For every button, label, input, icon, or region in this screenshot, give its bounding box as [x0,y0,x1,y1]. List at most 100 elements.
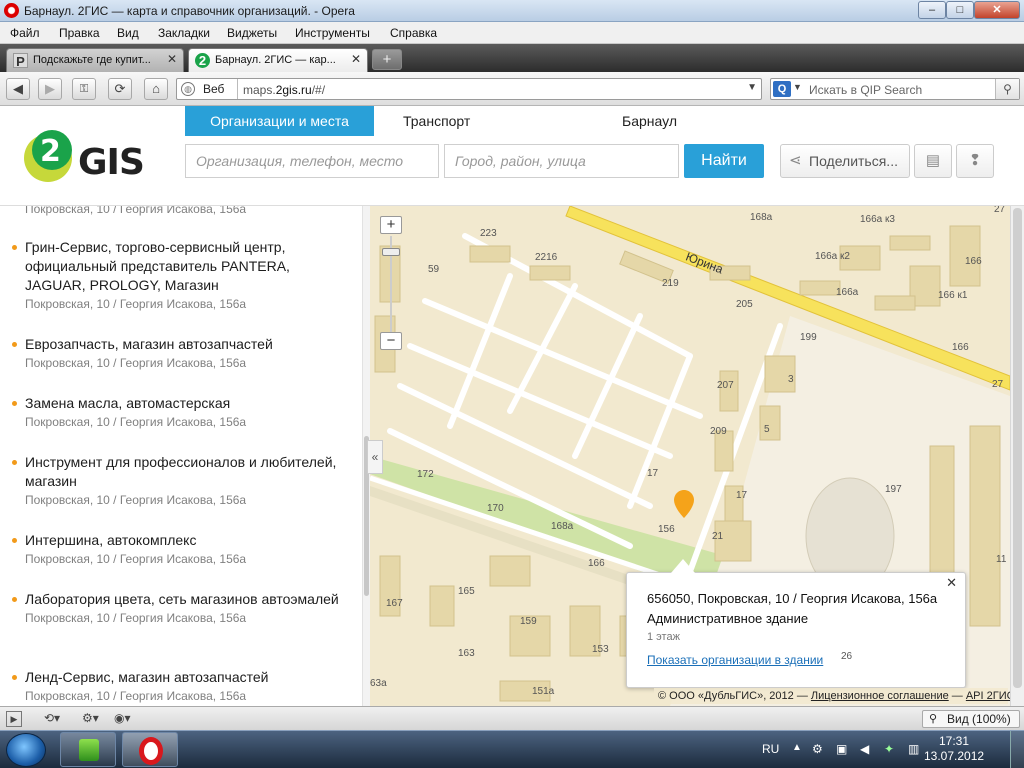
result-address: Покровская, 10 / Георгия Исакова, 156а [25,356,247,370]
house-number: 27 [992,379,1004,390]
list-item[interactable]: Покровская, 10 / Георгия Исакова, 156а [12,206,342,216]
turbo-icon[interactable]: ⚙▾ [82,711,99,727]
home-button[interactable]: ⌂ [144,78,168,100]
logo-two: 2 [40,134,61,169]
sync-icon[interactable]: ⟲▾ [44,711,60,727]
result-name[interactable]: Грин-Сервис, торгово-сервисный центр, оф… [25,238,342,295]
tab-forum[interactable]: P Подскажьте где купит... ✕ [6,48,184,72]
collapse-panel-button[interactable]: « [367,440,383,474]
scrollbar-thumb[interactable] [1013,208,1022,688]
result-name[interactable]: Замена масла, автомастерская [25,394,342,413]
menu-edit[interactable]: Правка [59,26,100,40]
organization-search-input[interactable]: Организация, телефон, место [185,144,439,178]
print-button[interactable]: ▤ [914,144,952,178]
show-desktop-button[interactable] [1010,731,1024,768]
menu-file[interactable]: Файл [10,26,40,40]
feedback-button[interactable]: ❢ [956,144,994,178]
map-pin-icon[interactable] [674,490,694,518]
share-button[interactable]: ⋖ Поделиться... [780,144,910,178]
window-titlebar: Барнаул. 2ГИС — карта и справочник орган… [0,0,1024,22]
tab-label: Подскажьте где купит... [33,54,151,66]
close-icon[interactable]: ✕ [351,52,361,66]
browser-statusbar: ▶ ⟲▾ ⚙▾ ◉▾ ⚲ Вид (100%) [0,706,1024,730]
list-item[interactable]: Инструмент для профессионалов и любителе… [12,453,342,507]
minimize-button[interactable]: – [918,1,946,19]
house-number: 166 [588,558,605,569]
menu-widgets[interactable]: Виджеты [227,26,277,40]
zoom-out-button[interactable]: − [380,332,402,350]
list-item[interactable]: Лаборатория цвета, сеть магазинов автоэм… [12,590,342,625]
language-indicator[interactable]: RU [762,742,779,756]
gis-header: 2 GIS Организации и места Транспорт Барн… [0,106,1024,206]
panel-toggle-icon[interactable]: ▶ [6,711,22,727]
house-number: 170 [487,503,504,514]
result-address: Покровская, 10 / Георгия Исакова, 156а [25,493,247,507]
unite-icon[interactable]: ◉▾ [114,711,131,727]
house-number: 167 [386,598,403,609]
result-name[interactable]: Интершина, автокомплекс [25,531,342,550]
tab-organizations[interactable]: Организации и места [185,106,374,136]
maximize-button[interactable]: □ [946,1,974,19]
chevron-down-icon[interactable]: ▼ [747,82,757,93]
result-name[interactable]: Еврозапчасть, магазин автозапчастей [25,335,342,354]
close-button[interactable]: ✕ [974,1,1020,19]
system-clock[interactable]: 17:31 13.07.2012 [924,734,984,764]
list-item[interactable]: Еврозапчасть, магазин автозапчастей Покр… [12,335,342,370]
nvidia-icon[interactable]: ✦ [884,742,894,756]
menu-bookmarks[interactable]: Закладки [158,26,210,40]
wand-key-icon[interactable]: ⚿ [72,78,96,100]
zoom-level-button[interactable]: ⚲ Вид (100%) [922,710,1020,728]
zoom-slider-knob[interactable] [382,248,400,256]
qip-search-engine-icon[interactable]: Q [773,81,791,97]
back-button[interactable]: ◀ [6,78,30,100]
organization-count: 26 [841,651,853,662]
result-address: Покровская, 10 / Георгия Исакова, 156а [25,206,247,216]
house-number: 209 [710,426,727,437]
result-name[interactable]: Лаборатория цвета, сеть магазинов автоэм… [25,590,342,609]
forward-button[interactable]: ▶ [38,78,62,100]
taskbar-app-opera[interactable] [122,732,178,767]
chevron-up-icon[interactable]: ▲ [792,742,802,753]
page-scrollbar[interactable] [1010,206,1024,706]
volume-icon[interactable]: ◀ [860,742,869,756]
result-name[interactable]: Инструмент для профессионалов и любителе… [25,453,342,491]
steam-icon[interactable]: ⚙ [812,742,823,756]
opera-icon [139,737,163,765]
popup-floors: 1 этаж [647,631,680,643]
city-selector[interactable]: Барнаул [622,106,677,136]
menu-tools[interactable]: Инструменты [295,26,370,40]
chevron-down-icon[interactable]: ▼ [793,82,802,92]
close-icon[interactable]: ✕ [946,575,957,591]
list-item[interactable]: Замена масла, автомастерская Покровская,… [12,394,342,429]
house-number: 219 [662,278,679,289]
ati-icon[interactable]: ▣ [836,742,847,756]
search-field[interactable]: Q ▼ Искать в QIP Search ⚲ [770,78,1020,100]
start-button[interactable] [6,733,46,767]
close-icon[interactable]: ✕ [167,52,177,66]
list-item[interactable]: Ленд-Сервис, магазин автозапчастей Покро… [12,668,342,703]
menu-view[interactable]: Вид [117,26,139,40]
reload-button[interactable]: ⟳ [108,78,132,100]
list-item[interactable]: Интершина, автокомплекс Покровская, 10 /… [12,531,342,566]
zoom-in-button[interactable]: + [380,216,402,234]
gis-logo[interactable]: 2 GIS [24,130,145,186]
tab-2gis[interactable]: 2 Барнаул. 2ГИС — кар... ✕ [188,48,368,72]
license-link[interactable]: Лицензионное соглашение [811,690,949,702]
find-button[interactable]: Найти [684,144,764,178]
url-field[interactable]: ◍ Веб maps.2gis.ru/#/ ▼ [176,78,762,100]
show-organizations-link[interactable]: Показать организации в здании [647,653,823,667]
search-icon[interactable]: ⚲ [995,79,1019,99]
url-text[interactable]: maps.2gis.ru/#/ [243,83,325,97]
scheme-label: Веб [203,82,225,96]
popup-address: 656050, Покровская, 10 / Георгия Исакова… [647,591,938,606]
network-icon[interactable]: ▥ [908,742,919,756]
list-item[interactable]: Грин-Сервис, торгово-сервисный центр, оф… [12,238,342,311]
result-name[interactable]: Ленд-Сервис, магазин автозапчастей [25,668,342,687]
tab-transport[interactable]: Транспорт [403,106,470,136]
taskbar-app-green[interactable] [60,732,116,767]
menu-help[interactable]: Справка [390,26,437,40]
address-search-input[interactable]: Город, район, улица [444,144,679,178]
result-address: Покровская, 10 / Георгия Исакова, 156а [25,611,247,625]
new-tab-button[interactable]: + [372,49,402,70]
api-link[interactable]: API 2ГИС [966,690,1015,702]
